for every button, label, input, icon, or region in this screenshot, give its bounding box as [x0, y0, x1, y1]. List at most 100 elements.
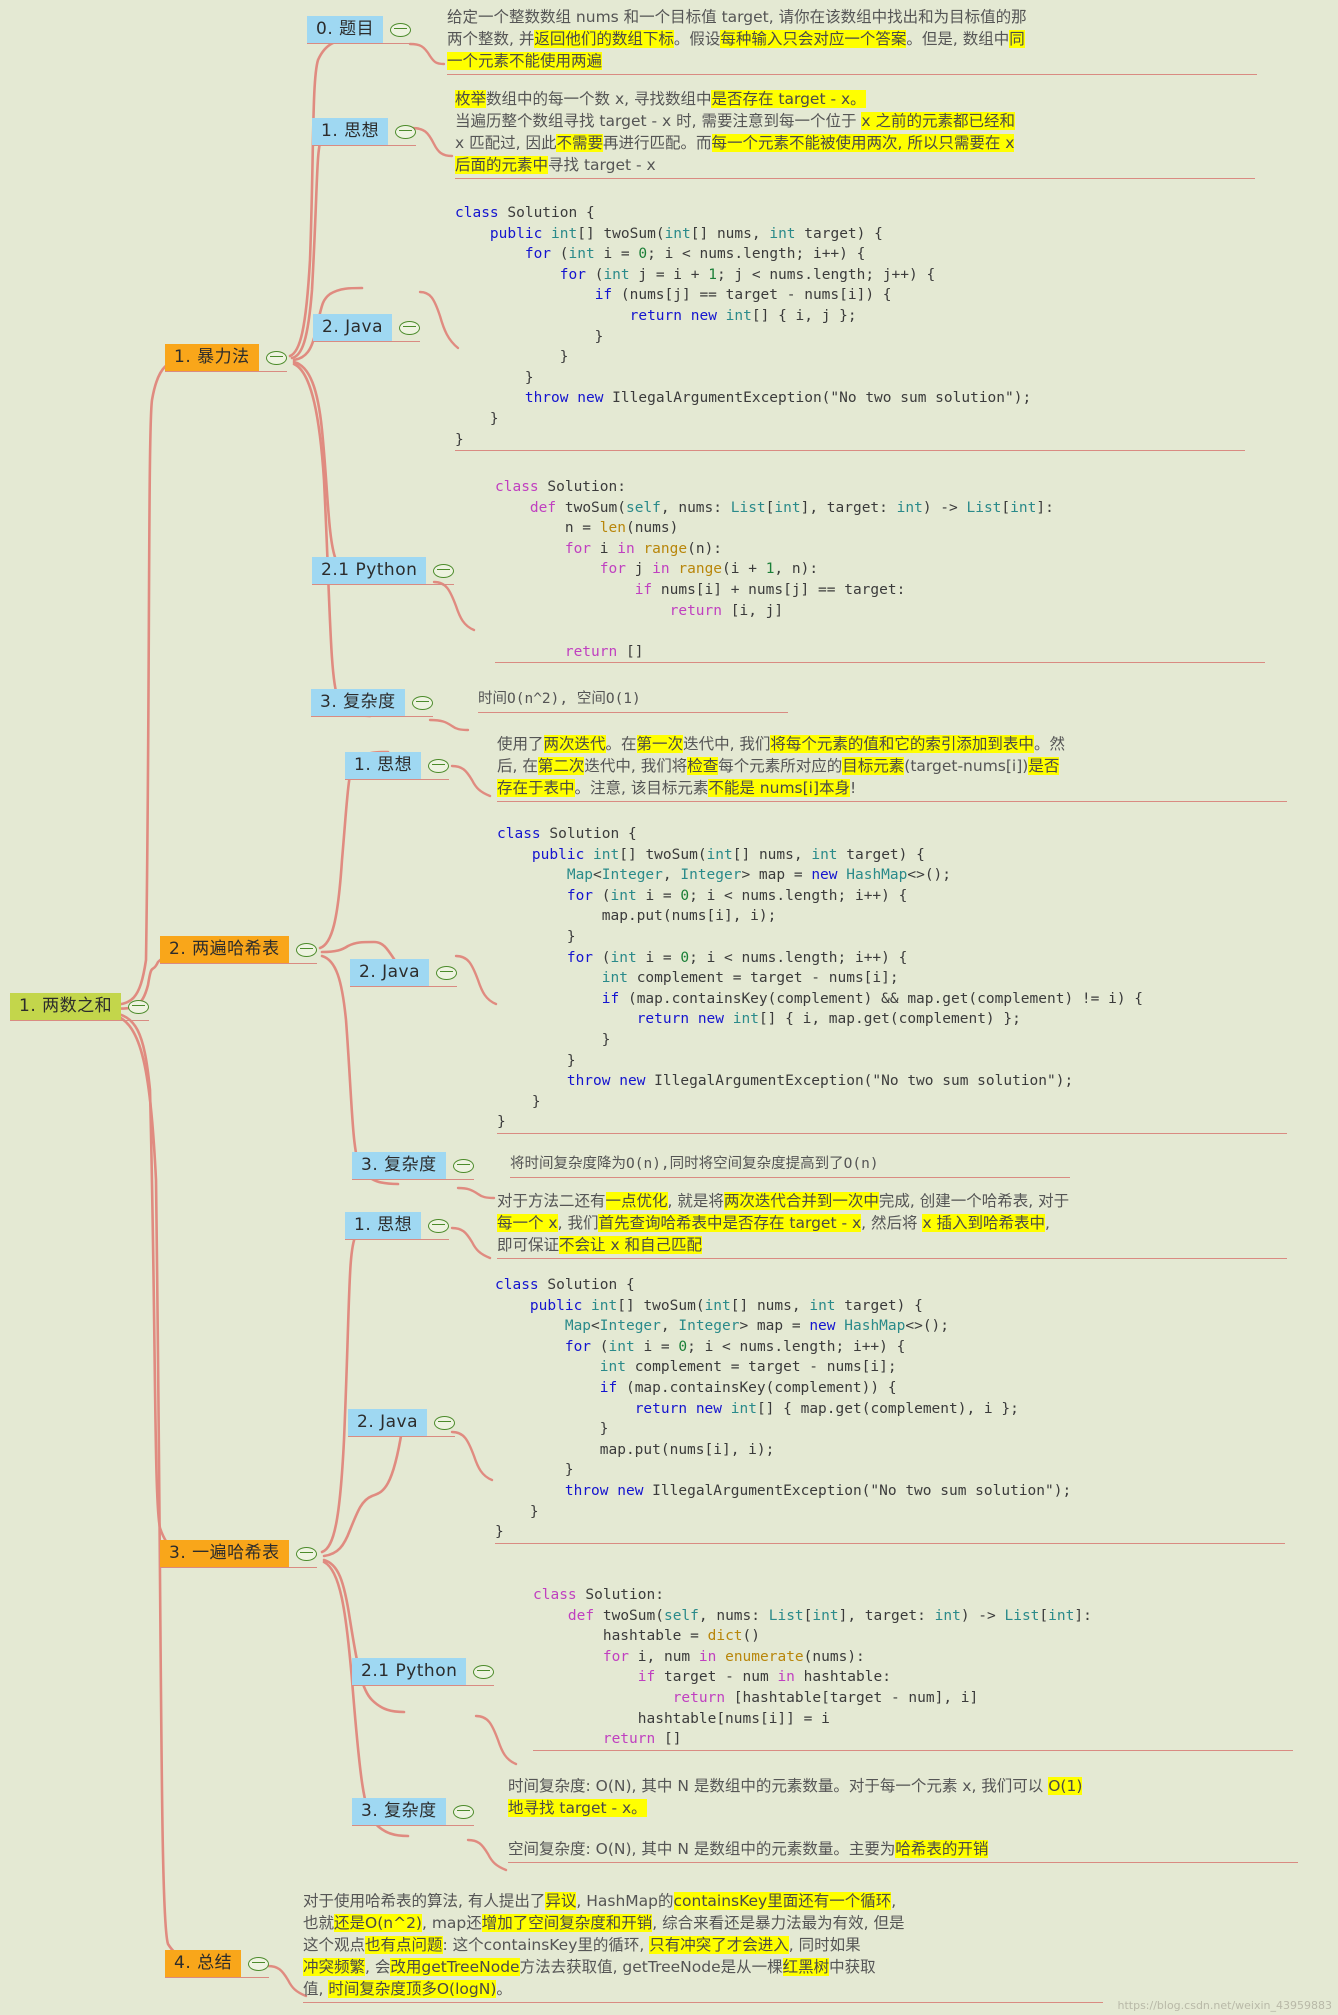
leaf-node-label: 3. 复杂度 — [311, 689, 405, 716]
complexity3-space-a: 空间复杂度: O(N), 其中 N 是数组中的元素数量。主要为 — [508, 1840, 896, 1858]
leaf-node-complexity-1[interactable]: 3. 复杂度 — [311, 689, 433, 717]
branch-node-brute-force[interactable]: 1. 暴力法 — [165, 344, 287, 372]
problem-line2-hl1: 返回他们的数组下标 — [534, 30, 674, 48]
idea3-l2-hl1: 每一个 x — [497, 1214, 558, 1232]
idea2-l1-hl3: 将每个元素的值和它的索引添加到表中 — [770, 735, 1034, 753]
idea3-l1-hl1: 一点优化 — [605, 1192, 668, 1210]
root-node[interactable]: 1. 两数之和 — [10, 993, 150, 1021]
problem-line2-a: 两个整数, 并 — [447, 30, 535, 48]
java1-code: class Solution { public int[] twoSum(int… — [455, 205, 1032, 448]
summary-l5-b: 。 — [496, 1980, 512, 1998]
summary-l1-hl2: containsKey里面还有一个循环 — [673, 1892, 892, 1910]
idea3-l2-a: , 我们 — [557, 1214, 599, 1232]
summary-l5-a: 值, — [303, 1980, 329, 1998]
java3-code-block: class Solution { public int[] twoSum(int… — [495, 1275, 1285, 1544]
leaf-node-idea-1[interactable]: 1. 思想 — [312, 118, 417, 146]
summary-l4-hl1: 冲突频繁 — [303, 1958, 366, 1976]
idea1-l1-hl1: 枚举 — [455, 90, 487, 108]
idea2-l3-hl1: 存在于表中 — [497, 779, 575, 797]
leaf-node-problem[interactable]: 0. 题目 — [307, 16, 412, 44]
problem-line2-c: 。但是, 数组中 — [906, 30, 1010, 48]
idea3-l3-hl1: 不会让 x 和自己匹配 — [559, 1236, 703, 1254]
complexity2-value: 将时间复杂度降为O(n),同时将空间复杂度提高到了O(n) — [510, 1156, 879, 1172]
idea2-text: 使用了两次迭代。在第一次迭代中, 我们将每个元素的值和它的索引添加到表中。然 后… — [497, 733, 1287, 802]
collapse-toggle-icon[interactable] — [452, 1804, 474, 1819]
leaf-node-complexity-2[interactable]: 3. 复杂度 — [352, 1152, 474, 1180]
problem-description-text: 给定一个整数数组 nums 和一个目标值 target, 请你在该数组中找出和为… — [447, 6, 1257, 75]
branch-node-label: 2. 两遍哈希表 — [160, 936, 289, 963]
idea1-l3-b: 再进行匹配。而 — [602, 134, 712, 152]
summary-l4-a: , 会 — [365, 1958, 391, 1976]
summary-l5-hl1: 时间复杂度顶多O(logN) — [328, 1980, 497, 1998]
idea2-l1-a: 使用了 — [497, 735, 544, 753]
collapse-toggle-icon[interactable] — [295, 1546, 317, 1561]
leaf-node-python-3[interactable]: 2.1 Python — [352, 1658, 495, 1686]
summary-l4-hl2: 改用getTreeNode — [390, 1958, 520, 1976]
collapse-toggle-icon[interactable] — [248, 1956, 270, 1971]
collapse-toggle-icon[interactable] — [473, 1664, 495, 1679]
branch-node-two-pass-hash[interactable]: 2. 两遍哈希表 — [160, 936, 317, 964]
complexity3-space-text: 空间复杂度: O(N), 其中 N 是数组中的元素数量。主要为哈希表的开销 — [508, 1838, 1298, 1863]
collapse-toggle-icon[interactable] — [390, 22, 412, 37]
leaf-node-java-1[interactable]: 2. Java — [313, 314, 421, 342]
collapse-toggle-icon[interactable] — [433, 563, 455, 578]
python1-code-block: class Solution: def twoSum(self, nums: L… — [495, 477, 1265, 664]
summary-l2-b: , map还 — [421, 1914, 482, 1932]
complexity3-time-l2: 地寻找 target - x。 — [508, 1799, 647, 1817]
idea1-l2-hl1: x 之前的元素都已经和 — [861, 112, 1015, 130]
collapse-toggle-icon[interactable] — [128, 999, 150, 1014]
idea2-l1-d: 。然 — [1033, 735, 1065, 753]
idea3-text: 对于方法二还有一点优化, 就是将两次迭代合并到一次中完成, 创建一个哈希表, 对… — [497, 1190, 1287, 1259]
summary-l4-c: 中获取 — [829, 1958, 876, 1976]
collapse-toggle-icon[interactable] — [428, 758, 450, 773]
problem-line2-hl2: 每种输入只会对应一个答案 — [720, 30, 907, 48]
complexity3-space-hl: 哈希表的开销 — [895, 1840, 989, 1858]
summary-text: 对于使用哈希表的算法, 有人提出了异议, HashMap的containsKey… — [303, 1890, 1103, 2003]
collapse-toggle-icon[interactable] — [428, 1218, 450, 1233]
leaf-node-python-1[interactable]: 2.1 Python — [312, 557, 455, 585]
leaf-node-idea-3[interactable]: 1. 思想 — [345, 1212, 450, 1240]
summary-l3-b: : 这个containsKey里的循环, — [442, 1936, 650, 1954]
leaf-node-java-2[interactable]: 2. Java — [350, 959, 458, 987]
leaf-node-label: 2. Java — [313, 314, 393, 341]
idea2-l1-hl1: 两次迭代 — [543, 735, 606, 753]
leaf-node-label: 2.1 Python — [352, 1658, 467, 1685]
idea1-l3-hl1: 不需要 — [556, 134, 603, 152]
branch-node-summary[interactable]: 4. 总结 — [165, 1950, 270, 1978]
collapse-toggle-icon[interactable] — [434, 1415, 456, 1430]
collapse-toggle-icon[interactable] — [411, 695, 433, 710]
collapse-toggle-icon[interactable] — [265, 350, 287, 365]
collapse-toggle-icon[interactable] — [436, 965, 458, 980]
idea3-l3-a: 即可保证 — [497, 1236, 560, 1254]
branch-node-label: 4. 总结 — [165, 1950, 242, 1977]
idea2-l3-a: 。注意, 该目标元素 — [574, 779, 709, 797]
summary-l2-a: 也就 — [303, 1914, 335, 1932]
idea3-l1-c: 完成, 创建一个哈希表, 对于 — [878, 1192, 1070, 1210]
idea2-l2-b: 迭代中, 我们将 — [584, 757, 688, 775]
idea3-l1-a: 对于方法二还有 — [497, 1192, 606, 1210]
idea2-l2-d: (target-nums[i]) — [904, 757, 1029, 775]
java2-code-block: class Solution { public int[] twoSum(int… — [497, 824, 1287, 1134]
summary-l3-c: , 同时如果 — [788, 1936, 861, 1954]
collapse-toggle-icon[interactable] — [395, 124, 417, 139]
summary-l1-hl1: 异议 — [545, 1892, 577, 1910]
branch-node-one-pass-hash[interactable]: 3. 一遍哈希表 — [160, 1540, 317, 1568]
leaf-node-complexity-3[interactable]: 3. 复杂度 — [352, 1798, 474, 1826]
summary-l2-c: , 综合来看还是暴力法最为有效, 但是 — [652, 1914, 905, 1932]
idea2-l3-b: ! — [850, 779, 857, 797]
leaf-node-label: 2.1 Python — [312, 557, 427, 584]
idea2-l1-c: 迭代中, 我们 — [683, 735, 771, 753]
leaf-node-idea-2[interactable]: 1. 思想 — [345, 752, 450, 780]
leaf-node-label: 0. 题目 — [307, 16, 384, 43]
collapse-toggle-icon[interactable] — [452, 1158, 474, 1173]
leaf-node-label: 1. 思想 — [345, 1212, 422, 1239]
idea2-l1-hl2: 第一次 — [636, 735, 684, 753]
complexity3-time-text: 时间复杂度: O(N), 其中 N 是数组中的元素数量。对于每一个元素 x, 我… — [508, 1775, 1298, 1821]
leaf-node-java-3[interactable]: 2. Java — [348, 1409, 456, 1437]
collapse-toggle-icon[interactable] — [295, 942, 317, 957]
collapse-toggle-icon[interactable] — [399, 320, 421, 335]
complexity1-text: 时间O(n^2), 空间O(1) — [478, 687, 788, 713]
problem-line1: 给定一个整数数组 nums 和一个目标值 target, 请你在该数组中找出和为… — [447, 8, 1027, 26]
idea2-l2-hl4: 是否 — [1028, 757, 1060, 775]
summary-l4-b: 方法去获取值, getTreeNode是从一棵 — [519, 1958, 783, 1976]
